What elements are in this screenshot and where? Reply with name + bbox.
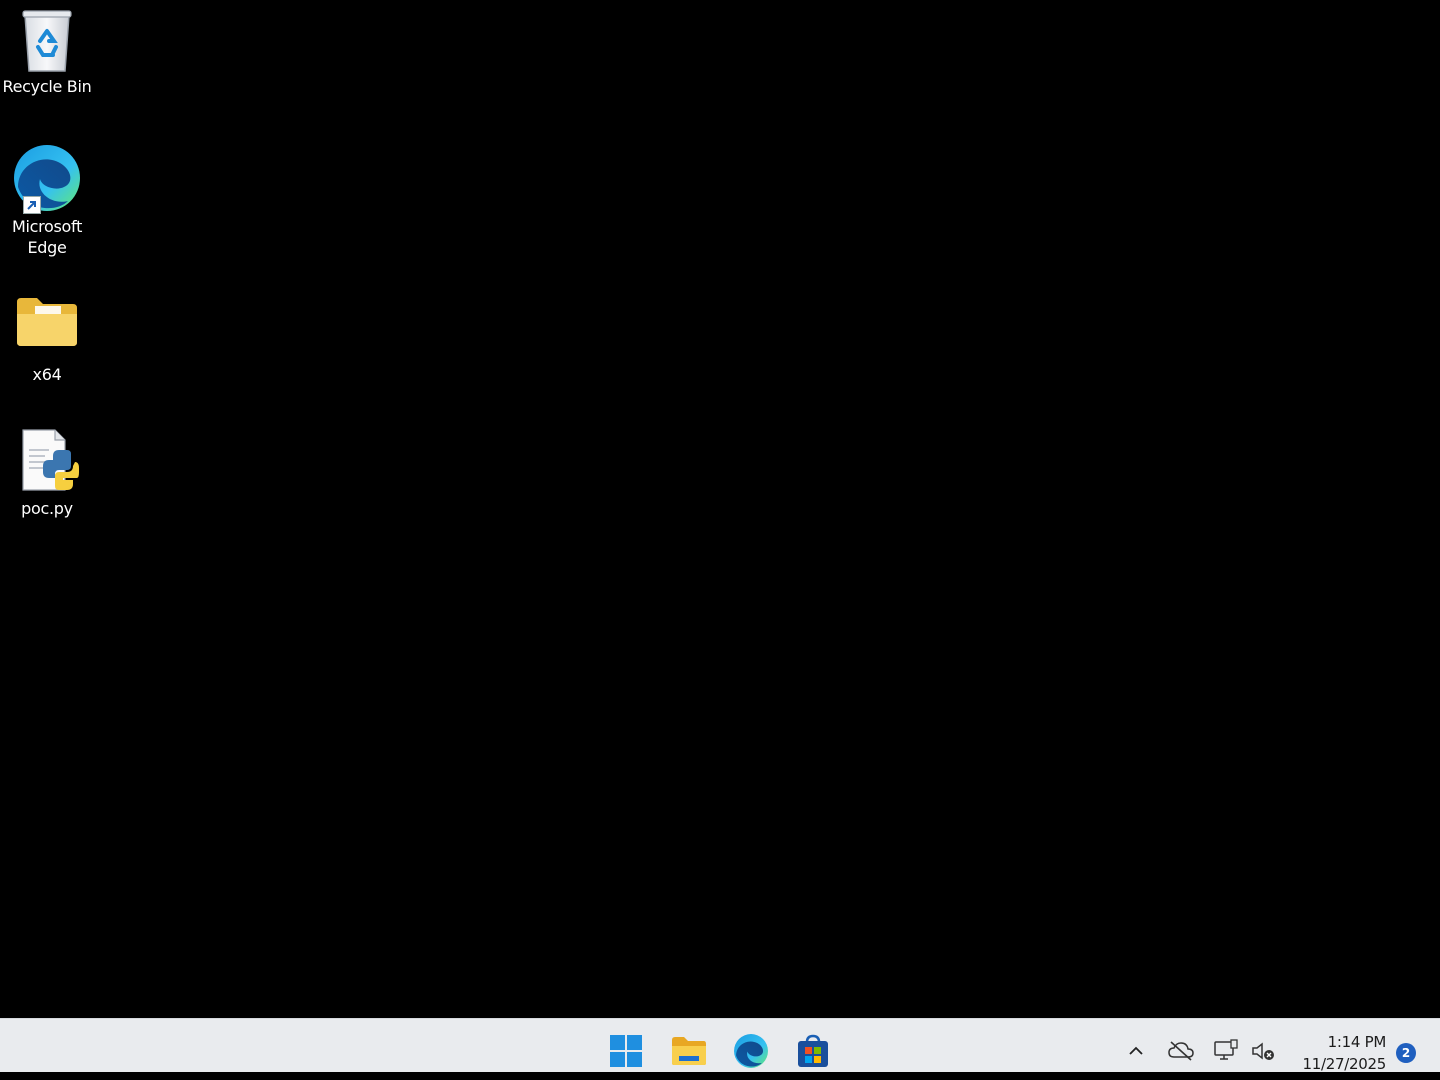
recycle-bin-icon (11, 4, 83, 76)
x64-label: x64 (32, 365, 62, 384)
desktop-icon-poc-py[interactable]: poc.py (0, 424, 94, 519)
python-file-icon (11, 424, 83, 496)
start-button[interactable] (604, 1029, 648, 1073)
onedrive-offline-icon (1168, 1041, 1194, 1061)
desktop[interactable]: Recycle Bin Microsoft Edge x64 poc.py (0, 0, 1440, 1018)
edge-label: Microsoft Edge (11, 217, 83, 257)
file-explorer-icon (672, 1037, 706, 1065)
screen-bottom-edge (0, 1072, 1440, 1080)
edge-icon (11, 142, 83, 214)
taskbar: 1:14 PM 11/27/2025 2 (0, 1018, 1440, 1080)
desktop-icon-recycle-bin[interactable]: Recycle Bin (0, 4, 94, 97)
network-icon (1214, 1039, 1238, 1060)
chevron-up-icon (1129, 1046, 1143, 1055)
sound-muted-icon (1252, 1042, 1274, 1060)
clock[interactable]: 1:14 PM 11/27/2025 (1290, 1031, 1387, 1075)
notification-badge[interactable]: 2 (1396, 1043, 1416, 1063)
store-button[interactable] (791, 1029, 835, 1073)
show-hidden-icons-button[interactable] (1122, 1037, 1150, 1065)
folder-icon (11, 286, 83, 358)
poc-py-label: poc.py (21, 499, 73, 518)
edge-icon (734, 1034, 768, 1068)
desktop-icon-microsoft-edge[interactable]: Microsoft Edge (0, 142, 94, 258)
desktop-icon-x64-folder[interactable]: x64 (0, 286, 94, 385)
onedrive-button[interactable] (1167, 1037, 1195, 1065)
shortcut-arrow-icon (23, 196, 41, 214)
store-icon (798, 1034, 828, 1067)
file-explorer-button[interactable] (667, 1029, 711, 1073)
edge-taskbar-button[interactable] (729, 1029, 773, 1073)
windows-start-icon (610, 1035, 642, 1067)
clock-time: 1:14 PM (1327, 1033, 1387, 1051)
network-button[interactable] (1212, 1037, 1240, 1065)
recycle-bin-label: Recycle Bin (2, 77, 92, 96)
volume-button[interactable] (1249, 1037, 1277, 1065)
